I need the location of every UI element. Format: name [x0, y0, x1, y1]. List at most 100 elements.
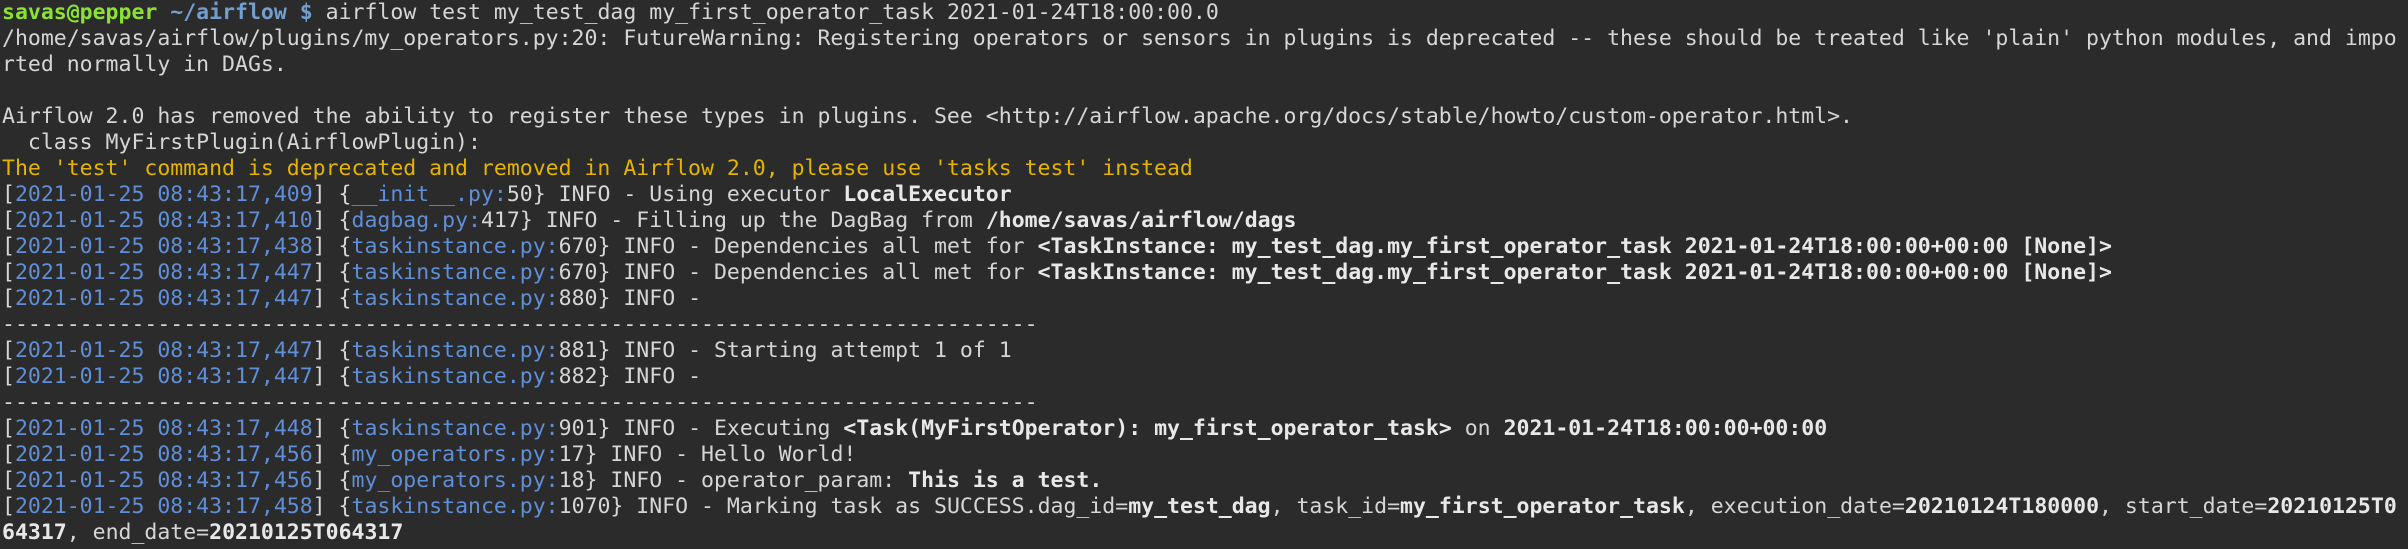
log-source-line: 881: [558, 338, 598, 363]
bracket: }: [610, 494, 637, 519]
bracket: }: [519, 208, 546, 233]
log-timestamp: 2021-01-25 08:43:17,456: [14, 442, 313, 467]
log-timestamp: 2021-01-25 08:43:17,447: [14, 364, 313, 389]
log-line: [2021-01-25 08:43:17,447] {taskinstance.…: [2, 338, 2408, 364]
log-message: , task_id=: [1270, 494, 1401, 519]
bracket: ] {: [312, 286, 352, 311]
log-source-file: taskinstance.py:: [351, 234, 559, 259]
log-timestamp: 2021-01-25 08:43:17,409: [14, 182, 313, 207]
log-message: , start_date=: [2099, 494, 2268, 519]
bracket: [: [2, 416, 15, 441]
log-timestamp: 2021-01-25 08:43:17,456: [14, 468, 313, 493]
prompt-symbol: $: [299, 0, 313, 25]
bracket: }: [597, 338, 624, 363]
prompt-line: savas@pepper ~/airflow $ airflow test my…: [2, 0, 2408, 26]
log-message: INFO - Marking task as SUCCESS.dag_id=: [636, 494, 1129, 519]
terminal-window[interactable]: savas@pepper ~/airflow $ airflow test my…: [0, 0, 2408, 546]
prompt-user-host: savas@pepper: [2, 0, 158, 25]
log-highlight: 2021-01-24T18:00:00+00:00: [1503, 416, 1828, 441]
bracket: ] {: [312, 416, 352, 441]
bracket: ] {: [312, 338, 352, 363]
bracket: }: [597, 234, 624, 259]
log-highlight: LocalExecutor: [843, 182, 1012, 207]
bracket: ] {: [312, 442, 352, 467]
warning-line: class MyFirstPlugin(AirflowPlugin):: [2, 130, 481, 155]
bracket: [: [2, 364, 15, 389]
log-message: , end_date=: [66, 520, 210, 545]
log-timestamp: 2021-01-25 08:43:17,410: [14, 208, 313, 233]
log-line: [2021-01-25 08:43:17,456] {my_operators.…: [2, 468, 2408, 494]
log-source-line: 882: [558, 364, 598, 389]
bracket: }: [584, 468, 611, 493]
bracket: [: [2, 494, 15, 519]
log-message: INFO - Filling up the DagBag from: [545, 208, 986, 233]
log-source-line: 901: [558, 416, 598, 441]
bracket: ] {: [312, 494, 352, 519]
bracket: ] {: [312, 260, 352, 285]
bracket: }: [597, 260, 624, 285]
log-source-line: 670: [558, 234, 598, 259]
bracket: [: [2, 208, 15, 233]
bracket: }: [584, 442, 611, 467]
log-line: [2021-01-25 08:43:17,438] {taskinstance.…: [2, 234, 2408, 260]
log-output: [2021-01-25 08:43:17,409] {__init__.py:5…: [2, 182, 2408, 546]
log-source-line: 417: [480, 208, 520, 233]
log-message: , execution_date=: [1684, 494, 1905, 519]
log-line: [2021-01-25 08:43:17,447] {taskinstance.…: [2, 286, 2408, 312]
log-line: [2021-01-25 08:43:17,447] {taskinstance.…: [2, 260, 2408, 286]
bracket: ] {: [312, 234, 352, 259]
log-message: INFO - Executing: [623, 416, 844, 441]
log-source-line: 17: [558, 442, 585, 467]
log-line: [2021-01-25 08:43:17,458] {taskinstance.…: [2, 494, 2408, 520]
bracket: [: [2, 234, 15, 259]
log-source-line: 670: [558, 260, 598, 285]
log-source-file: my_operators.py:: [351, 442, 559, 467]
log-source-file: __init__.py:: [351, 182, 507, 207]
log-highlight: /home/savas/airflow/dags: [985, 208, 1297, 233]
log-highlight: 20210125T064317: [209, 520, 404, 545]
bracket: }: [597, 364, 624, 389]
log-highlight: 20210125T0: [2267, 494, 2397, 519]
warning-line: rted normally in DAGs.: [2, 52, 287, 77]
command-text: airflow test my_test_dag my_first_operat…: [325, 0, 1219, 25]
log-source-file: my_operators.py:: [351, 468, 559, 493]
log-timestamp: 2021-01-25 08:43:17,458: [14, 494, 313, 519]
log-message: INFO - Dependencies all met for: [623, 234, 1038, 259]
separator-line: ----------------------------------------…: [2, 312, 1038, 337]
log-line-wrapped: 64317, end_date=20210125T064317: [2, 520, 2408, 546]
bracket: [: [2, 182, 15, 207]
bracket: }: [532, 182, 559, 207]
log-source-file: taskinstance.py:: [351, 260, 559, 285]
log-source-line: 18: [558, 468, 585, 493]
deprecation-notice: The 'test' command is deprecated and rem…: [2, 156, 1193, 181]
bracket: [: [2, 260, 15, 285]
log-line: [2021-01-25 08:43:17,409] {__init__.py:5…: [2, 182, 2408, 208]
log-timestamp: 2021-01-25 08:43:17,447: [14, 260, 313, 285]
log-message: INFO -: [623, 364, 714, 389]
log-source-file: taskinstance.py:: [351, 364, 559, 389]
warning-line: Airflow 2.0 has removed the ability to r…: [2, 104, 1854, 129]
bracket: [: [2, 468, 15, 493]
warning-line: /home/savas/airflow/plugins/my_operators…: [2, 26, 2397, 51]
log-timestamp: 2021-01-25 08:43:17,447: [14, 286, 313, 311]
log-timestamp: 2021-01-25 08:43:17,447: [14, 338, 313, 363]
log-source-file: taskinstance.py:: [351, 416, 559, 441]
log-message: INFO - operator_param:: [610, 468, 909, 493]
log-line: [2021-01-25 08:43:17,456] {my_operators.…: [2, 442, 2408, 468]
log-highlight: 20210124T180000: [1904, 494, 2100, 519]
log-highlight: This is a test.: [908, 468, 1103, 493]
bracket: ] {: [312, 364, 352, 389]
bracket: [: [2, 338, 15, 363]
log-highlight: <Task(MyFirstOperator): my_first_operato…: [843, 416, 1452, 441]
log-message: INFO -: [623, 286, 714, 311]
log-source-file: taskinstance.py:: [351, 338, 559, 363]
bracket: [: [2, 286, 15, 311]
log-highlight: my_test_dag: [1128, 494, 1271, 519]
log-line: [2021-01-25 08:43:17,410] {dagbag.py:417…: [2, 208, 2408, 234]
log-source-line: 1070: [558, 494, 611, 519]
log-highlight: <TaskInstance: my_test_dag.my_first_oper…: [1037, 234, 2112, 259]
prompt-cwd: ~/airflow: [170, 0, 287, 25]
log-message: INFO - Using executor: [558, 182, 844, 207]
bracket: }: [597, 416, 624, 441]
